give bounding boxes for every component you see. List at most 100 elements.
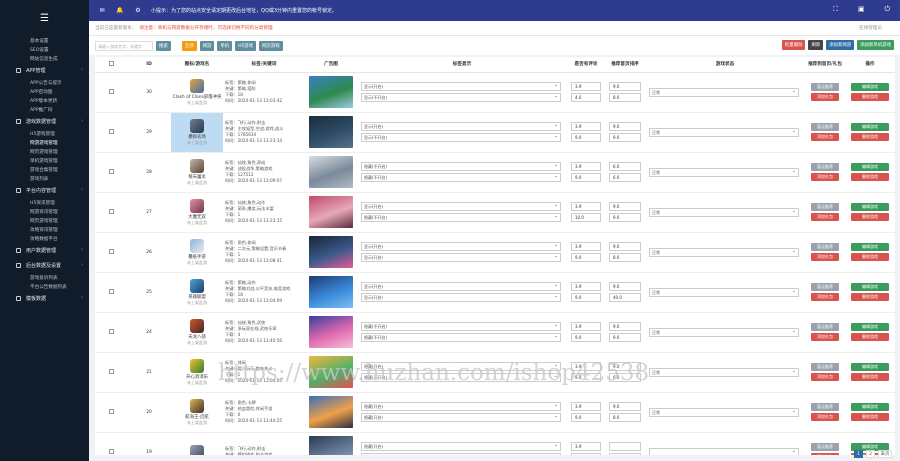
display-select[interactable]: 隐藏(开启) [361,362,561,371]
sort-input[interactable]: 8.0 [609,413,641,422]
row-checkbox[interactable] [108,208,114,214]
page-last[interactable]: 末页 [878,450,892,458]
sidebar-group[interactable]: 用户数据管理 › [0,243,89,258]
display-select[interactable] [361,453,561,455]
add-gift-button[interactable]: 添加礼包 [811,253,839,261]
display-select[interactable]: 隐藏(开启) [361,442,561,451]
add-gift-button[interactable]: 添加礼包 [811,173,839,181]
sort-input[interactable]: 9.0 [609,282,641,291]
display-select[interactable]: 隐藏(不开启) [361,173,561,182]
add-gift-button[interactable]: 添加礼包 [811,333,839,341]
display-select[interactable]: 显示(开启) [361,202,561,211]
select-all-checkbox[interactable] [108,60,114,66]
page-1[interactable]: 1 [854,450,863,458]
sidebar-item[interactable]: 攻略数据平台 [0,234,89,243]
sort-input[interactable]: 9.0 [609,402,641,411]
edit-game-button[interactable]: 编辑游戏 [851,403,889,411]
score-input[interactable]: 9.0 [571,173,601,182]
sidebar-item[interactable]: H5资讯管理 [0,198,89,207]
score-input[interactable]: 9.0 [571,133,601,142]
display-select[interactable]: 隐藏(不开启) [361,162,561,171]
filter-web[interactable]: 网页游戏 [259,40,283,51]
score-input[interactable]: 3.9 [571,202,601,211]
display-select[interactable]: 显示(开启) [361,282,561,291]
sidebar-group[interactable]: APP管理 › [0,63,89,78]
sort-input[interactable]: 9.0 [609,122,641,131]
score-input[interactable]: 3.9 [571,242,601,251]
row-checkbox[interactable] [108,128,114,134]
display-select[interactable]: 隐藏(不开启) [361,213,561,222]
score-input[interactable]: 3.9 [571,322,601,331]
sidebar-item[interactable]: 单机游戏管理 [0,156,89,165]
status-select[interactable]: 正常 [649,207,799,217]
row-checkbox[interactable] [108,448,114,454]
batch-delete-button[interactable]: 批量删除 [781,40,806,50]
sort-input[interactable]: 40.0 [609,293,641,302]
status-select[interactable]: 正常 [649,327,799,337]
row-checkbox[interactable] [108,168,114,174]
score-input[interactable]: 10.0 [571,213,601,222]
sidebar-item[interactable]: 攻略资讯管理 [0,225,89,234]
bell-icon[interactable]: 🔔 [115,7,125,14]
add-gift-button[interactable]: 添加礼包 [811,213,839,221]
sort-input[interactable]: 9.0 [609,213,641,222]
score-input[interactable]: 9.0 [571,373,601,382]
fullscreen-icon[interactable]: ⛶ [833,5,838,14]
sidebar-group[interactable]: 平台内容管理 › [0,183,89,198]
row-checkbox[interactable] [108,288,114,294]
score-input[interactable]: 4.0 [571,93,601,102]
add-gift-button[interactable]: 添加礼包 [811,293,839,301]
sort-input[interactable]: 8.0 [609,253,641,262]
delete-game-button[interactable]: 删除游戏 [851,373,889,381]
delete-game-button[interactable]: 删除游戏 [851,133,889,141]
add-gift-button[interactable]: 添加礼包 [811,93,839,101]
recommend-button[interactable]: 暂无推荐 [811,403,839,411]
status-select[interactable]: 正常 [649,367,799,377]
sidebar-item[interactable]: 平台公告数据列表 [0,282,89,291]
recommend-button[interactable]: 暂无推荐 [811,123,839,131]
status-select[interactable]: 正常 [649,247,799,257]
edit-game-button[interactable]: 编辑游戏 [851,163,889,171]
edit-game-button[interactable]: 编辑游戏 [851,203,889,211]
display-select[interactable]: 显示(开启) [361,253,561,262]
recommend-button[interactable]: 暂无推荐 [811,203,839,211]
status-select[interactable]: 正常 [649,127,799,137]
sort-input[interactable]: 9.0 [609,333,641,342]
sidebar-group[interactable]: 后台数据及设置 › [0,258,89,273]
delete-game-button[interactable]: 删除游戏 [851,293,889,301]
status-select[interactable]: 正常 [649,87,799,97]
sidebar-item[interactable]: APP版本更新 [0,96,89,105]
row-checkbox[interactable] [108,368,114,374]
gear-icon[interactable]: ⚙ [133,7,143,14]
delete-game-button[interactable]: 删除游戏 [851,333,889,341]
score-input[interactable]: 9.0 [571,293,601,302]
refresh-button[interactable]: 刷新 [808,40,824,50]
sidebar-item[interactable]: 网游游戏管理 [0,138,89,147]
recommend-button[interactable]: 暂无推荐 [811,323,839,331]
sidebar-group[interactable]: 游戏数据管理 › [0,114,89,129]
recommend-button[interactable]: 暂无推荐 [811,363,839,371]
sort-input[interactable]: 6.0 [609,173,641,182]
power-icon[interactable]: ⏻ [884,5,890,14]
score-input[interactable]: 3.9 [571,442,601,451]
recommend-button[interactable]: 暂无推荐 [811,243,839,251]
sidebar-item[interactable]: APP启动图 [0,87,89,96]
status-select[interactable]: 正常 [649,167,799,177]
filter-single[interactable]: 单机 [217,40,233,51]
sort-input[interactable]: 9.0 [609,133,641,142]
recommend-button[interactable]: 暂无推荐 [811,443,839,451]
delete-game-button[interactable]: 删除游戏 [851,173,889,181]
delete-game-button[interactable]: 删除游戏 [851,413,889,421]
sort-input[interactable]: 9.0 [609,202,641,211]
sort-input[interactable]: 8.0 [609,93,641,102]
score-input[interactable]: 3.9 [571,162,601,171]
sort-input[interactable]: 9.0 [609,82,641,91]
hamburger-icon[interactable]: ☰ [0,0,89,36]
sidebar-item[interactable]: 网页游戏管理 [0,147,89,156]
score-input[interactable]: 9.0 [571,253,601,262]
recommend-button[interactable]: 暂无推荐 [811,83,839,91]
add-gift-button[interactable]: 添加礼包 [811,373,839,381]
status-select[interactable]: 正常 [649,287,799,297]
sort-input[interactable]: 9.0 [609,362,641,371]
sort-input[interactable] [609,453,641,455]
